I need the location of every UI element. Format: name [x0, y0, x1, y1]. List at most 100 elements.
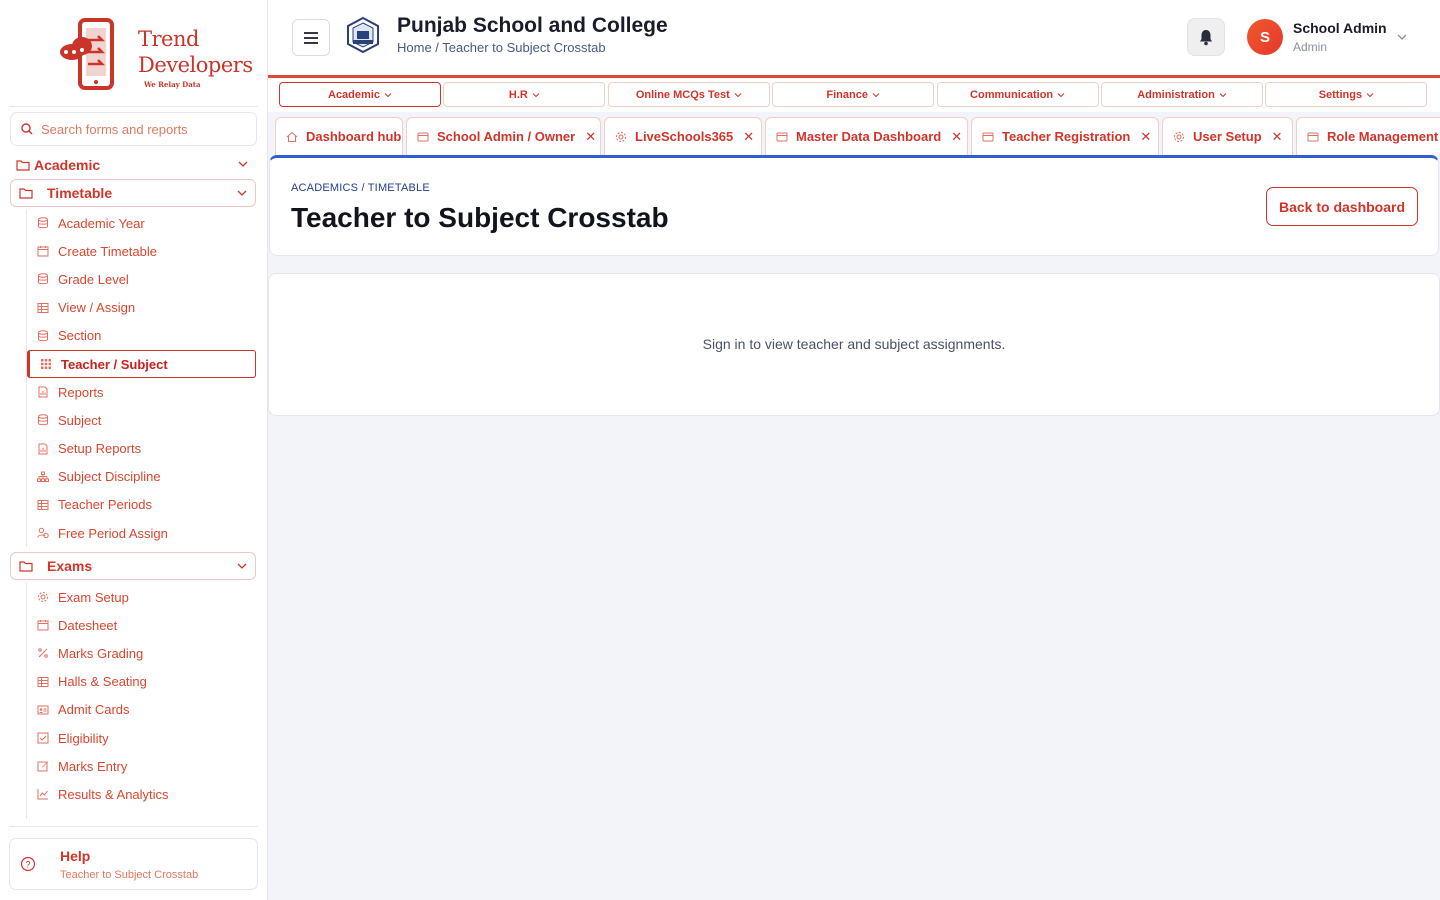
sidebar-item-grade-level[interactable]: Grade Level — [27, 265, 258, 293]
tab-school-admin-owner[interactable]: School Admin / Owner ✕ — [406, 117, 601, 155]
sidebar-group-exams[interactable]: Exams — [10, 552, 256, 580]
help-subtitle: Teacher to Subject Crosstab — [60, 869, 199, 881]
sidebar-item-label: Marks Grading — [58, 645, 144, 661]
module-online-mcqs-test[interactable]: Online MCQs Test — [607, 82, 770, 107]
chevron-down-icon — [384, 92, 392, 97]
close-icon[interactable]: ✕ — [941, 129, 962, 145]
tab-label: LiveSchools365 — [635, 129, 734, 144]
module-communication[interactable]: Communication — [936, 82, 1099, 107]
chevron-down-icon — [237, 563, 247, 569]
tab-dashboard-hub[interactable]: Dashboard hub — [275, 117, 403, 155]
sidebar-item-teacher-subject[interactable]: Teacher / Subject — [27, 349, 256, 379]
sidebar-item-results-analytics[interactable]: Results & Analytics — [27, 780, 258, 808]
sidebar-item-label: Marks Entry — [58, 758, 128, 774]
tab-teacher-registration[interactable]: Teacher Registration ✕ — [971, 117, 1159, 155]
content-card: Sign in to view teacher and subject assi… — [268, 273, 1440, 416]
module-academic[interactable]: Academic — [279, 82, 441, 107]
chevron-down-icon — [532, 92, 540, 97]
sidebar-item-label: Setup Reports — [58, 441, 142, 457]
tab-user-setup[interactable]: User Setup ✕ — [1162, 117, 1293, 155]
sidebar-item-marks-entry[interactable]: Marks Entry — [27, 752, 258, 780]
module-label: Academic — [328, 88, 380, 101]
module-label: Finance — [826, 88, 868, 101]
sidebar-item-eligibility[interactable]: Eligibility — [27, 724, 258, 752]
sidebar-item-view-assign[interactable]: View / Assign — [27, 294, 258, 322]
sidebar-item-exam-setup[interactable]: Exam Setup — [27, 583, 258, 611]
sign-in-message: Sign in to view teacher and subject assi… — [702, 336, 1006, 352]
chevron-down-icon — [237, 190, 247, 196]
chart-icon — [37, 789, 48, 800]
percent-icon — [38, 648, 48, 659]
home-icon — [286, 131, 298, 142]
module-label: Administration — [1137, 88, 1215, 101]
sidebar-item-teacher-periods[interactable]: Teacher Periods — [27, 491, 258, 519]
chevron-down-icon — [1366, 92, 1374, 97]
user-name[interactable]: School Admin — [1293, 20, 1387, 36]
sidebar-item-label: Subject — [58, 412, 102, 428]
sidebar-item-label: Free Period Assign — [58, 525, 168, 541]
search-input[interactable] — [41, 121, 241, 137]
sidebar-item-create-timetable[interactable]: Create Timetable — [27, 237, 258, 265]
database-icon — [38, 414, 48, 426]
svg-text:?: ? — [25, 860, 30, 870]
sidebar-item-label: Admit Cards — [58, 702, 130, 718]
module-label: Online MCQs Test — [635, 88, 730, 101]
tab-liveschools365[interactable]: LiveSchools365 ✕ — [604, 117, 762, 155]
tab-role-management[interactable]: Role Management — [1296, 117, 1440, 155]
database-icon — [38, 217, 48, 229]
sidebar-item-subject[interactable]: Subject — [27, 406, 258, 434]
notifications-button[interactable] — [1187, 18, 1225, 56]
brand-logo[interactable]: Trend Developers We Relay Data — [58, 18, 253, 92]
help-card[interactable]: ? Help Teacher to Subject Crosstab — [9, 838, 258, 890]
report-icon — [38, 443, 48, 455]
sidebar: Trend Developers We Relay Data Academic … — [0, 0, 268, 900]
hierarchy-icon — [37, 471, 49, 482]
search-box[interactable] — [10, 112, 257, 146]
user-clock-icon — [37, 527, 49, 539]
sidebar-item-label: Reports — [58, 384, 104, 400]
database-icon — [38, 273, 48, 285]
chevron-down-icon — [734, 92, 742, 97]
sidebar-item-label: Subject Discipline — [58, 469, 161, 485]
close-icon[interactable]: ✕ — [1130, 129, 1151, 145]
sidebar-item-label: Section — [58, 328, 102, 344]
user-role: Admin — [1293, 40, 1328, 54]
sidebar-item-admit-cards[interactable]: Admit Cards — [27, 696, 258, 724]
grid-icon — [41, 359, 51, 370]
sidebar-item-section[interactable]: Section — [27, 322, 258, 350]
tab-master-data-dashboard[interactable]: Master Data Dashboard ✕ — [765, 117, 968, 155]
top-header: Punjab School and College Home / Teacher… — [268, 0, 1440, 78]
sidebar-item-reports[interactable]: Reports — [27, 378, 258, 406]
close-icon[interactable]: ✕ — [733, 129, 754, 145]
school-name: Punjab School and College — [397, 14, 668, 37]
sidebar-item-academic-year[interactable]: Academic Year — [27, 209, 258, 237]
id-card-icon — [37, 705, 49, 715]
chevron-down-icon[interactable] — [1396, 31, 1408, 43]
menu-toggle-button[interactable] — [292, 19, 330, 56]
gear-icon — [616, 131, 626, 142]
sidebar-group-timetable[interactable]: Timetable — [10, 179, 256, 207]
sidebar-item-marks-grading[interactable]: Marks Grading — [27, 639, 258, 667]
sidebar-item-datesheet[interactable]: Datesheet — [27, 611, 258, 639]
module-finance[interactable]: Finance — [772, 82, 935, 107]
module-settings[interactable]: Settings — [1265, 82, 1428, 107]
module-h-r[interactable]: H.R — [443, 82, 606, 107]
table-icon — [37, 676, 49, 687]
sidebar-group-academic[interactable]: Academic — [10, 151, 256, 179]
sidebar-item-halls-seating[interactable]: Halls & Seating — [27, 668, 258, 696]
sidebar-item-free-period-assign[interactable]: Free Period Assign — [27, 519, 258, 547]
tab-label: School Admin / Owner — [437, 129, 576, 144]
close-icon[interactable]: ✕ — [1262, 129, 1283, 145]
chevron-down-icon — [238, 161, 248, 167]
tab-label: Master Data Dashboard — [796, 129, 942, 144]
timetable-menu: Academic Year Create Timetable Grade Level… — [26, 209, 258, 548]
sidebar-item-subject-discipline[interactable]: Subject Discipline — [27, 463, 258, 491]
check-square-icon — [37, 732, 49, 744]
close-icon[interactable]: ✕ — [575, 129, 596, 145]
module-label: Settings — [1318, 88, 1363, 101]
avatar[interactable]: S — [1247, 19, 1283, 55]
bell-icon — [1200, 29, 1212, 45]
back-to-dashboard-button[interactable]: Back to dashboard — [1266, 187, 1418, 226]
sidebar-item-setup-reports[interactable]: Setup Reports — [27, 435, 258, 463]
module-administration[interactable]: Administration — [1101, 82, 1263, 107]
